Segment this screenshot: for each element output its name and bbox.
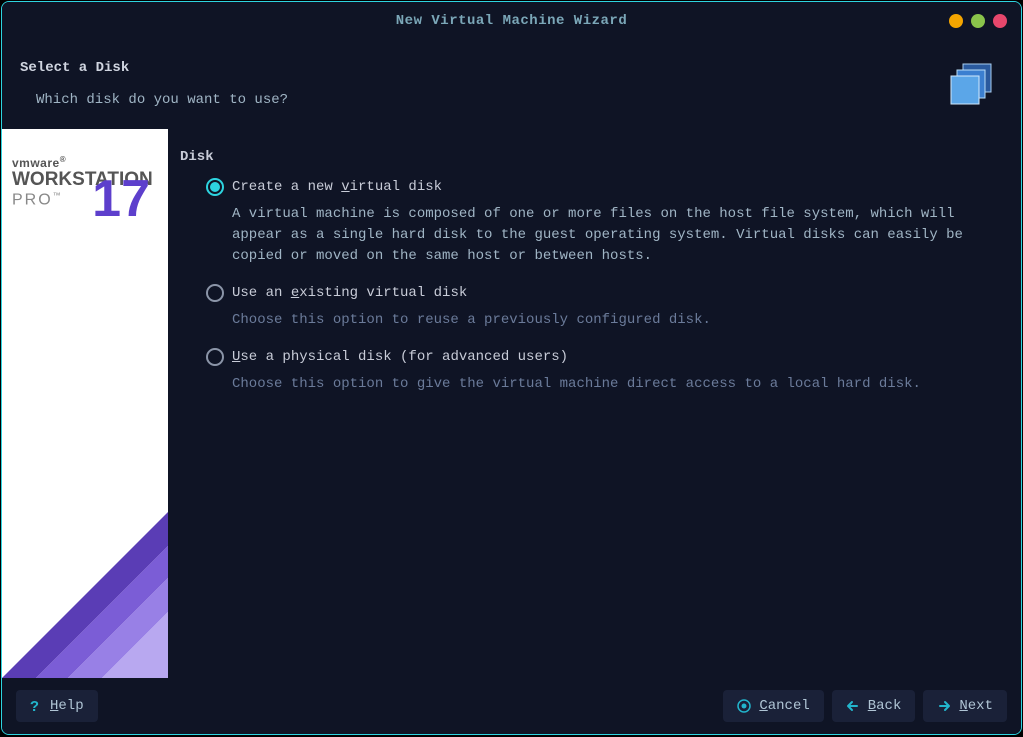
radio-label: Create a new virtual disk [232, 177, 442, 198]
brand-vmware: vmware® [12, 155, 158, 170]
close-button[interactable] [993, 14, 1007, 28]
cancel-button[interactable]: Cancel [723, 690, 823, 722]
radio-indicator-icon [206, 348, 224, 366]
window-title: New Virtual Machine Wizard [396, 13, 627, 29]
radio-description: A virtual machine is composed of one or … [180, 204, 1013, 283]
content-area: Disk Create a new virtual disk A virtual… [168, 129, 1021, 678]
radio-label: Use an existing virtual disk [232, 283, 467, 304]
radio-option-create-new[interactable]: Create a new virtual disk [180, 177, 1013, 204]
section-title: Disk [180, 149, 1013, 165]
logo-area: vmware® WORKSTATION PRO™ 17 [2, 129, 168, 235]
maximize-button[interactable] [971, 14, 985, 28]
radio-indicator-icon [206, 178, 224, 196]
radio-description: Choose this option to reuse a previously… [180, 310, 1013, 347]
page-subtitle: Which disk do you want to use? [20, 92, 949, 108]
cancel-icon [737, 699, 751, 713]
wizard-window: New Virtual Machine Wizard Select a Disk… [1, 1, 1022, 735]
radio-indicator-icon [206, 284, 224, 302]
back-button[interactable]: Back [832, 690, 916, 722]
wizard-body: vmware® WORKSTATION PRO™ 17 Disk Create … [2, 129, 1021, 678]
next-button[interactable]: Next [923, 690, 1007, 722]
disk-stack-icon [949, 58, 997, 111]
wizard-footer: ? Help Cancel Back N [2, 678, 1021, 734]
wizard-header: Select a Disk Which disk do you want to … [2, 40, 1021, 129]
arrow-left-icon [846, 699, 860, 713]
window-controls [949, 14, 1007, 28]
help-button[interactable]: ? Help [16, 690, 98, 722]
footer-right: Cancel Back Next [723, 690, 1007, 722]
product-banner: vmware® WORKSTATION PRO™ 17 [2, 129, 168, 678]
titlebar: New Virtual Machine Wizard [2, 2, 1021, 40]
minimize-button[interactable] [949, 14, 963, 28]
help-icon: ? [30, 698, 42, 714]
decorative-stripes-icon [2, 478, 168, 678]
page-title: Select a Disk [20, 60, 949, 76]
radio-description: Choose this option to give the virtual m… [180, 374, 1013, 411]
arrow-right-icon [937, 699, 951, 713]
radio-label: Use a physical disk (for advanced users) [232, 347, 568, 368]
radio-option-use-existing[interactable]: Use an existing virtual disk [180, 283, 1013, 310]
radio-option-use-physical[interactable]: Use a physical disk (for advanced users) [180, 347, 1013, 374]
footer-left: ? Help [16, 690, 98, 722]
svg-text:?: ? [30, 699, 39, 714]
header-text: Select a Disk Which disk do you want to … [20, 60, 949, 108]
